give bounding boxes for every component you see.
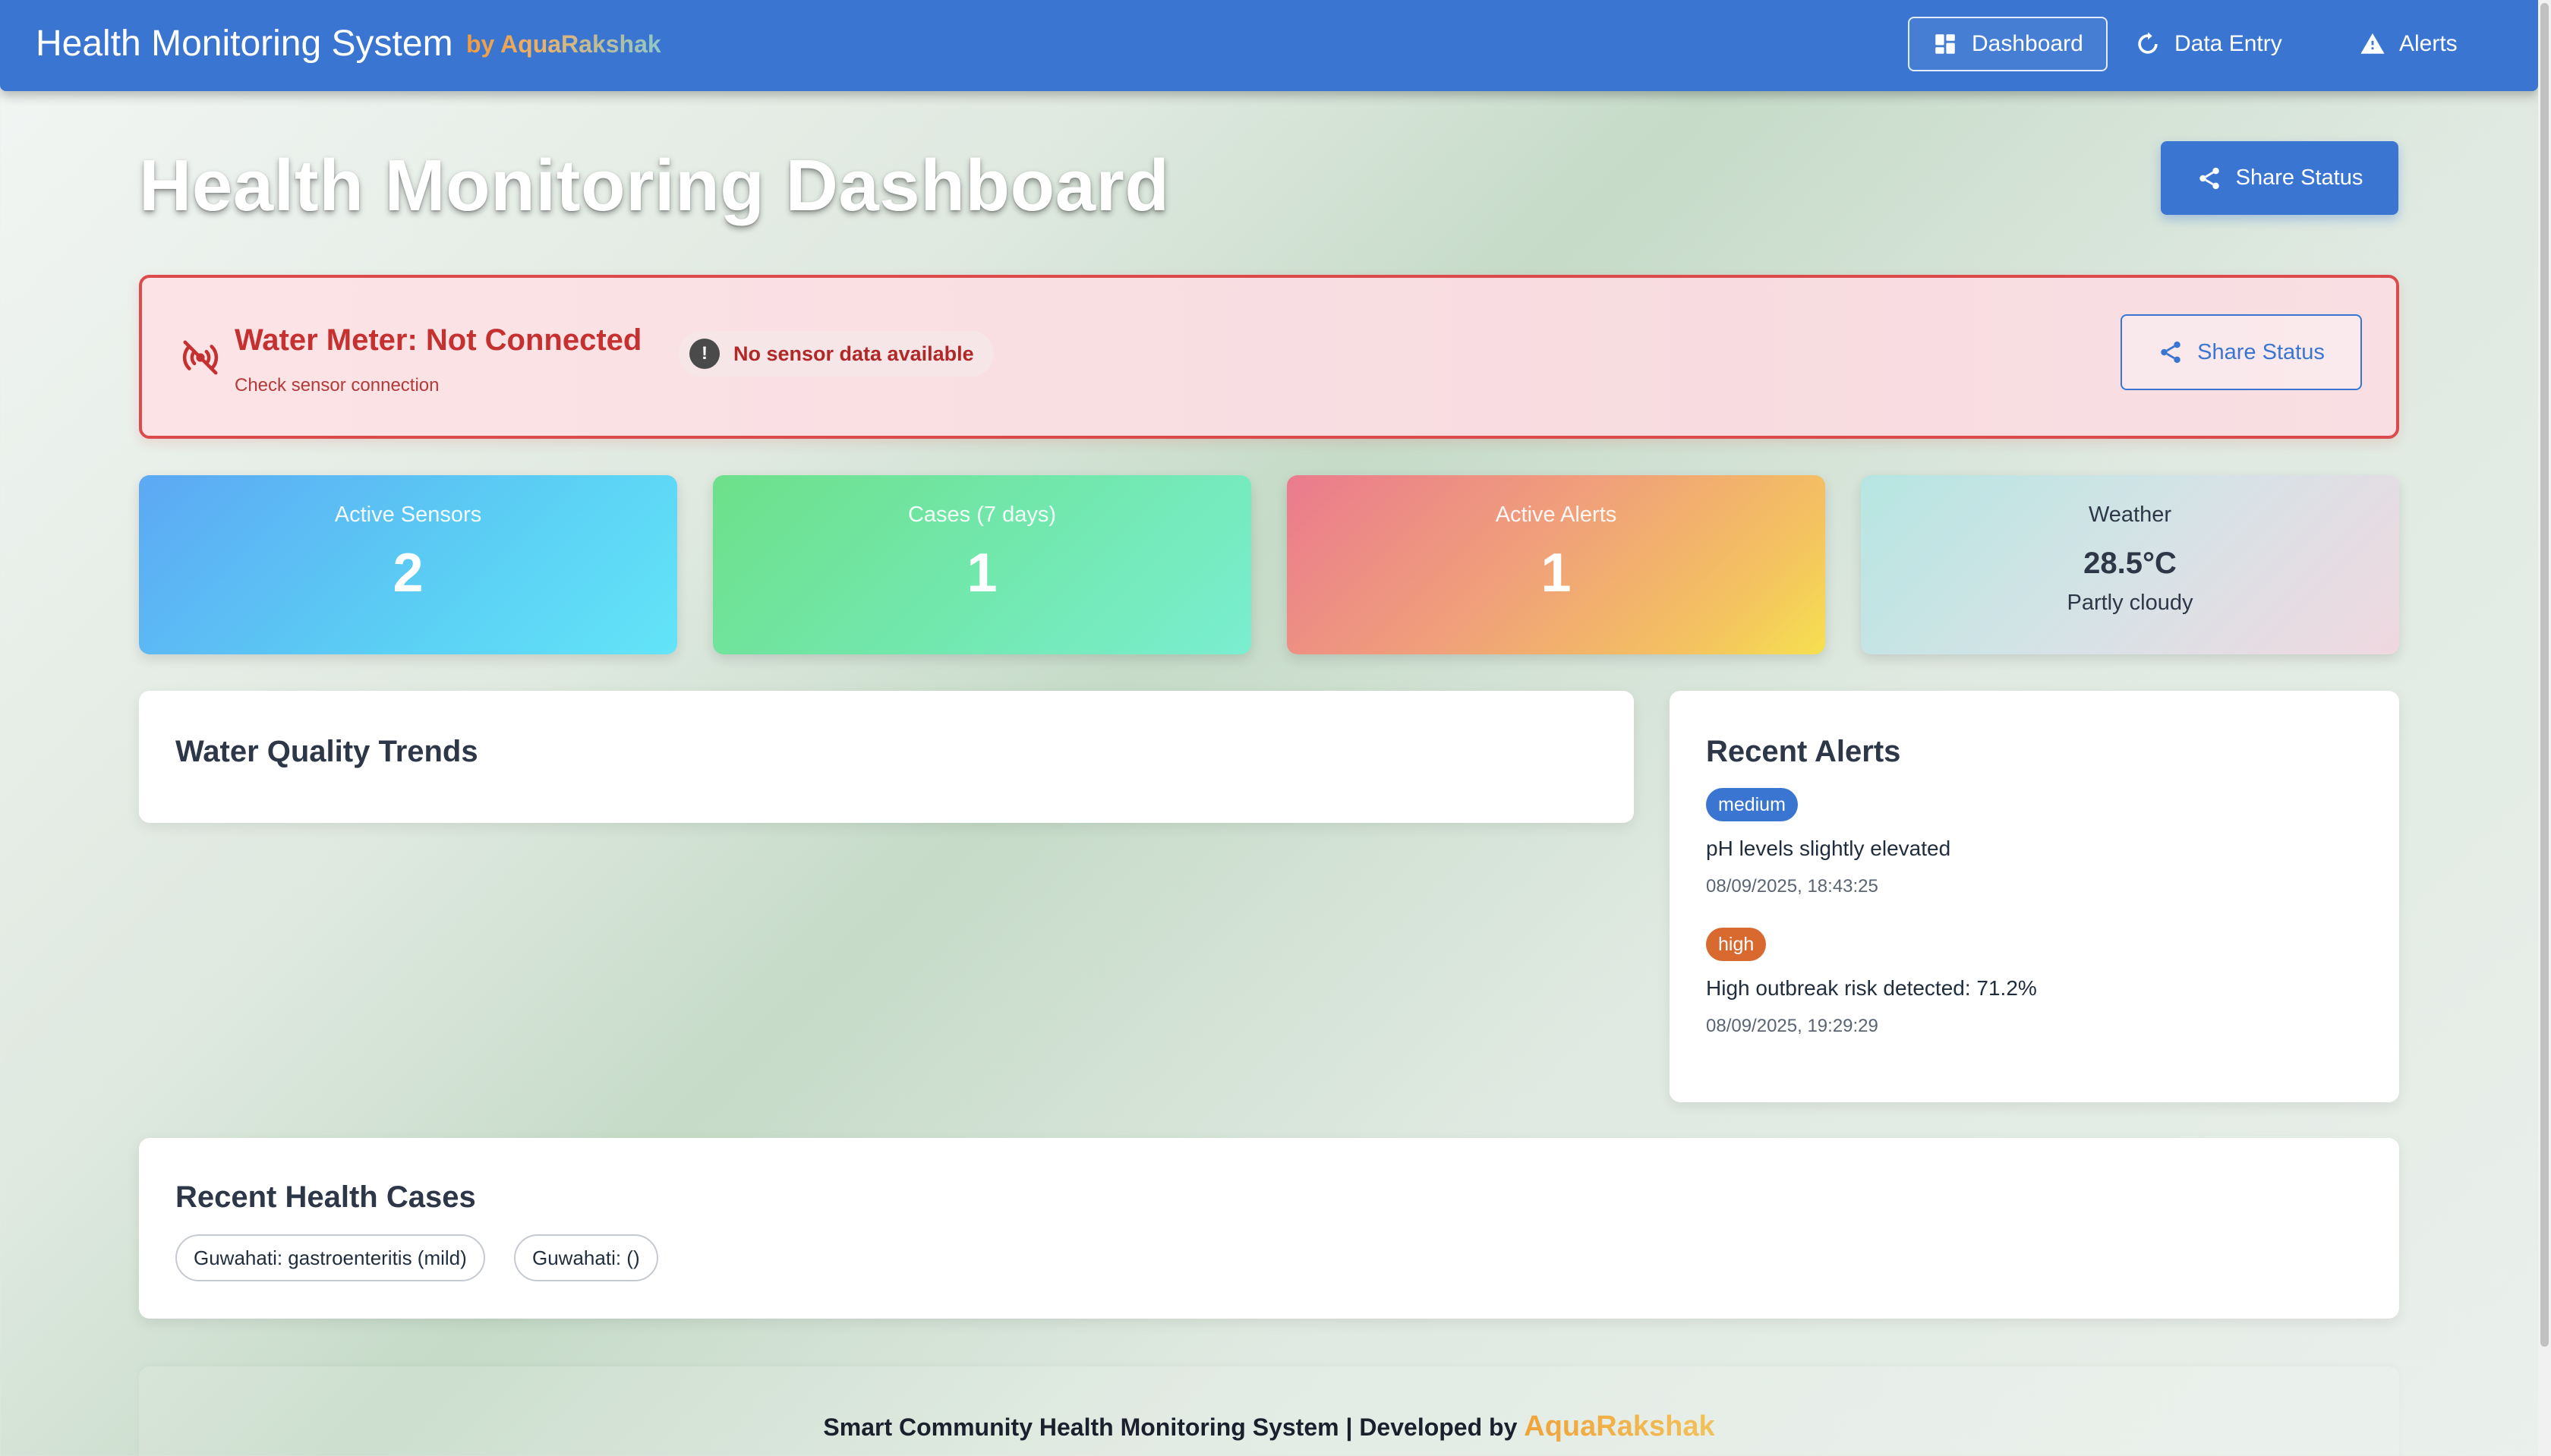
recent-alerts-title: Recent Alerts [1706, 735, 1901, 768]
water-quality-trends-panel: Water Quality Trends [139, 691, 1634, 823]
footer-text: Smart Community Health Monitoring System… [823, 1413, 1518, 1441]
nav-data-entry-label: Data Entry [2174, 31, 2282, 56]
nav-dashboard-label: Dashboard [1972, 31, 2083, 56]
page-title: Health Monitoring Dashboard [139, 145, 1170, 226]
active-sensors-label: Active Sensors [334, 503, 482, 527]
active-sensors-value: 2 [393, 543, 424, 604]
nav-dashboard-button[interactable]: Dashboard [1908, 17, 2108, 71]
status-title: Water Meter: Not Connected [235, 323, 642, 357]
share-status-button[interactable]: Share Status [2161, 141, 2398, 215]
alert-message: High outbreak risk detected: 71.2% [1706, 976, 2037, 1000]
exclamation-icon: ! [689, 339, 720, 369]
share-icon [2161, 341, 2180, 364]
water-meter-status-banner: Water Meter: Not Connected Check sensor … [139, 275, 2399, 439]
app-brand-subtitle: by AquaRakshak [466, 30, 661, 58]
active-alerts-card: Active Alerts 1 [1287, 475, 1825, 654]
banner-share-status-button[interactable]: Share Status [2121, 314, 2362, 390]
cases-value: 1 [966, 543, 998, 604]
scrollbar-thumb[interactable] [2540, 3, 2549, 1347]
status-subtitle: Check sensor connection [235, 375, 440, 396]
warning-icon [2360, 33, 2385, 54]
footer-text-line: Smart Community Health Monitoring System… [139, 1410, 2399, 1443]
active-sensors-card: Active Sensors 2 [139, 475, 677, 654]
refresh-icon [2138, 32, 2158, 54]
signal-off-icon [182, 340, 219, 375]
app-brand[interactable]: Health Monitoring System [36, 23, 453, 65]
top-navbar: Health Monitoring System by AquaRakshak … [0, 0, 2538, 91]
severity-badge: medium [1706, 788, 1798, 821]
water-quality-trends-title: Water Quality Trends [175, 735, 478, 768]
severity-badge: high [1706, 928, 1767, 961]
vertical-scrollbar[interactable] [2538, 0, 2551, 1456]
weather-description: Partly cloudy [2067, 591, 2193, 615]
active-alerts-value: 1 [1540, 543, 1572, 604]
nav-alerts-label: Alerts [2399, 31, 2458, 56]
health-case-chip[interactable]: Guwahati: () [514, 1234, 658, 1281]
sensor-data-chip: ! No sensor data available [679, 331, 994, 377]
share-status-label: Share Status [2235, 165, 2363, 190]
footer-brand: AquaRakshak [1524, 1410, 1715, 1442]
share-icon [2199, 167, 2219, 189]
active-alerts-label: Active Alerts [1495, 503, 1617, 527]
alert-message: pH levels slightly elevated [1706, 837, 1951, 860]
banner-share-status-label: Share Status [2197, 339, 2325, 364]
weather-temperature: 28.5°C [2083, 547, 2177, 580]
recent-alerts-panel: Recent Alerts medium pH levels slightly … [1670, 691, 2399, 1102]
alert-timestamp: 08/09/2025, 19:29:29 [1706, 1016, 1878, 1036]
footer: Smart Community Health Monitoring System… [139, 1366, 2399, 1456]
dashboard-icon [1935, 34, 1955, 54]
health-case-chip[interactable]: Guwahati: gastroenteritis (mild) [175, 1234, 485, 1281]
cases-card: Cases (7 days) 1 [713, 475, 1251, 654]
weather-label: Weather [2088, 503, 2172, 527]
sensor-data-chip-label: No sensor data available [733, 342, 974, 365]
cases-label: Cases (7 days) [907, 503, 1056, 527]
recent-health-cases-title: Recent Health Cases [175, 1180, 476, 1214]
alert-timestamp: 08/09/2025, 18:43:25 [1706, 876, 1878, 897]
nav-data-entry-button[interactable]: Data Entry [2112, 17, 2305, 71]
recent-health-cases-panel: Recent Health Cases Guwahati: gastroente… [139, 1138, 2399, 1319]
nav-alerts-button[interactable]: Alerts [2337, 17, 2480, 71]
weather-card: Weather 28.5°C Partly cloudy [1861, 475, 2399, 654]
